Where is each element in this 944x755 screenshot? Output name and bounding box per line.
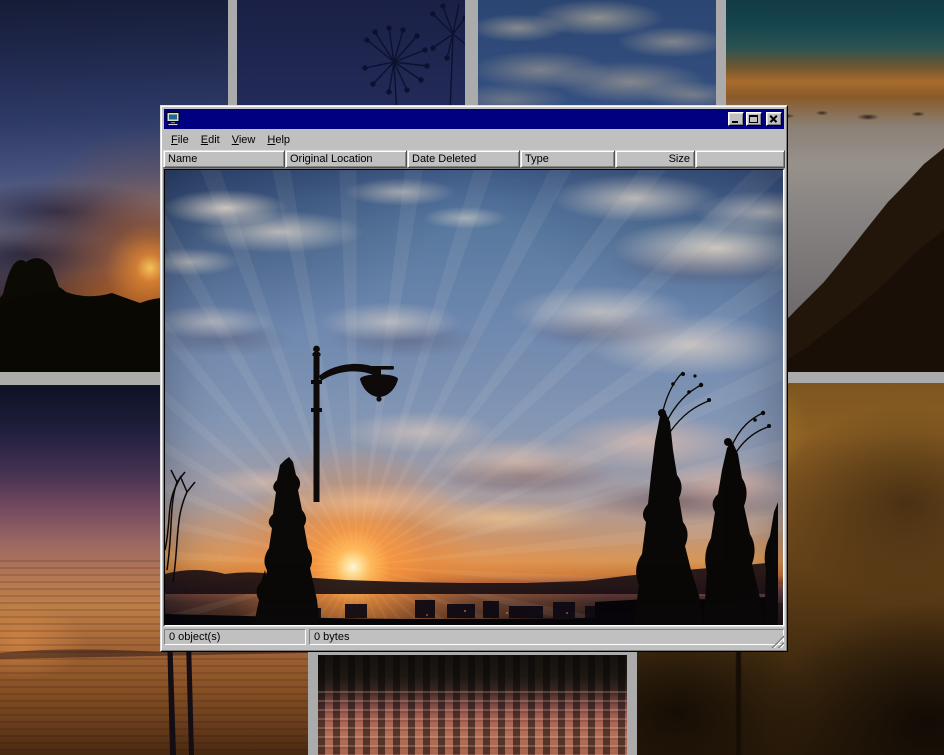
status-object-count: 0 object(s) — [164, 629, 306, 645]
photo-vignette — [165, 170, 783, 625]
status-size: 0 bytes — [309, 629, 784, 645]
menu-help[interactable]: Help — [261, 132, 296, 148]
column-header-date-deleted[interactable]: Date Deleted — [407, 150, 520, 168]
minimize-icon — [732, 121, 738, 123]
maximize-button[interactable] — [746, 112, 762, 126]
menu-view[interactable]: View — [226, 132, 262, 148]
maximize-icon — [749, 115, 758, 123]
window-frame: File Edit View Help Name Original Locati… — [161, 106, 787, 651]
close-button[interactable] — [766, 112, 782, 126]
column-header-size[interactable]: Size — [615, 150, 695, 168]
menu-file[interactable]: File — [165, 132, 195, 148]
menu-edit[interactable]: Edit — [195, 132, 226, 148]
column-header-row: Name Original Location Date Deleted Type… — [163, 150, 785, 168]
column-header-original-location[interactable]: Original Location — [285, 150, 407, 168]
file-list-frame — [163, 168, 785, 627]
file-list-view[interactable] — [164, 169, 784, 626]
menu-bar: File Edit View Help — [163, 130, 785, 150]
recycle-bin-window: File Edit View Help Name Original Locati… — [160, 105, 788, 652]
desktop: { "window": { "title": "", "icon": "comp… — [0, 0, 944, 755]
sunset-photo — [165, 170, 783, 625]
column-header-name[interactable]: Name — [163, 150, 285, 168]
title-bar[interactable] — [164, 109, 784, 129]
column-header-filler — [695, 150, 785, 168]
status-bar: 0 object(s) 0 bytes — [163, 627, 785, 649]
column-header-type[interactable]: Type — [520, 150, 615, 168]
minimize-button[interactable] — [728, 112, 744, 126]
wallpaper-photo-water-reflection — [318, 655, 627, 755]
computer-icon — [166, 112, 182, 126]
